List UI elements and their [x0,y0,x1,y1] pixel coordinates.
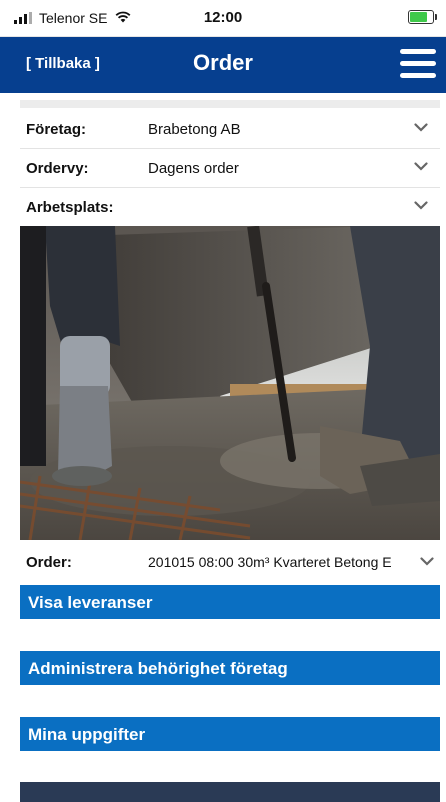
hamburger-menu-icon[interactable] [400,49,436,79]
chevron-down-icon [414,201,428,210]
order-label: Order: [26,554,72,571]
app-header: [ Tillbaka ] Order [0,37,446,93]
company-value: Brabetong AB [148,121,241,138]
workplace-label: Arbetsplats: [26,199,114,216]
my-details-button[interactable]: Mina uppgifter [20,717,440,751]
order-view-value: Dagens order [148,160,239,177]
partial-menu-button[interactable] [20,782,440,802]
order-select[interactable]: Order: 201015 08:00 30m³ Kvarteret Beton… [20,548,440,576]
chevron-down-icon [414,162,428,171]
chevron-down-icon [420,557,434,566]
order-value: 201015 08:00 30m³ Kvarteret Betong E [148,554,392,570]
order-view-select[interactable]: Ordervy: Dagens order [20,149,440,188]
company-label: Företag: [26,121,86,138]
company-select[interactable]: Företag: Brabetong AB [20,110,440,149]
clock: 12:00 [203,9,243,26]
concrete-pouring-photo [20,226,440,540]
workplace-select[interactable]: Arbetsplats: [20,188,440,226]
chevron-down-icon [414,123,428,132]
page-title: Order [193,50,253,75]
manage-company-permissions-button[interactable]: Administrera behörighet företag [20,651,440,685]
divider [20,100,440,108]
show-deliveries-button[interactable]: Visa leveranser [20,585,440,619]
battery-icon [408,10,437,24]
order-view-label: Ordervy: [26,160,89,177]
status-bar: Telenor SE 12:00 [0,0,446,37]
